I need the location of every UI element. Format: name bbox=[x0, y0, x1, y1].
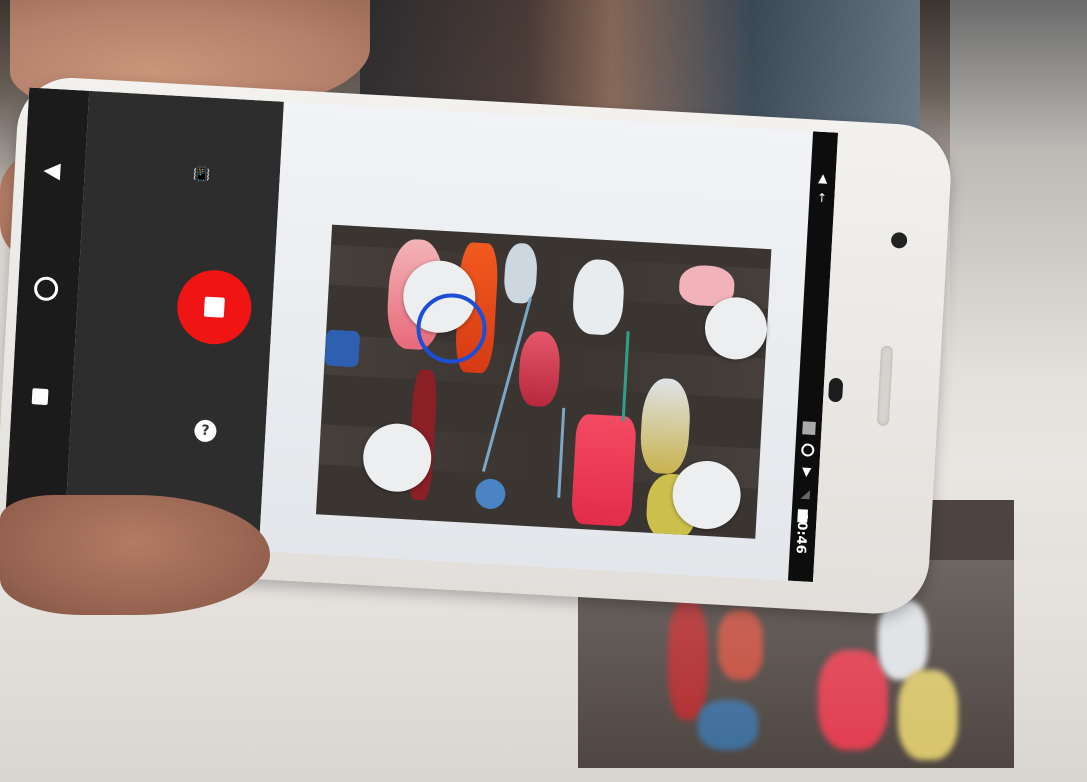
notification-icon: ▲ bbox=[817, 170, 828, 186]
proximity-sensor bbox=[828, 377, 844, 403]
control-panel: 📳 ? bbox=[64, 90, 284, 552]
background-glass-object bbox=[950, 0, 1087, 380]
image-icon bbox=[802, 421, 816, 435]
upload-icon: ↑ bbox=[816, 190, 828, 206]
vibrate-icon[interactable]: 📳 bbox=[192, 167, 210, 184]
speaker-grille bbox=[876, 345, 894, 427]
stop-record-button[interactable] bbox=[175, 268, 254, 347]
recents-icon[interactable] bbox=[31, 388, 49, 406]
alarm-icon bbox=[800, 443, 815, 457]
home-icon[interactable] bbox=[33, 276, 59, 302]
help-icon[interactable]: ? bbox=[193, 419, 218, 443]
back-icon[interactable]: ▲ bbox=[38, 162, 64, 180]
wifi-icon: ▼ bbox=[801, 464, 812, 479]
hand-finger-bottom bbox=[0, 495, 270, 615]
status-time: 10:46 bbox=[792, 511, 810, 554]
stop-icon bbox=[203, 296, 225, 318]
signal-icon: ◢ bbox=[800, 486, 811, 501]
front-camera bbox=[890, 231, 908, 249]
